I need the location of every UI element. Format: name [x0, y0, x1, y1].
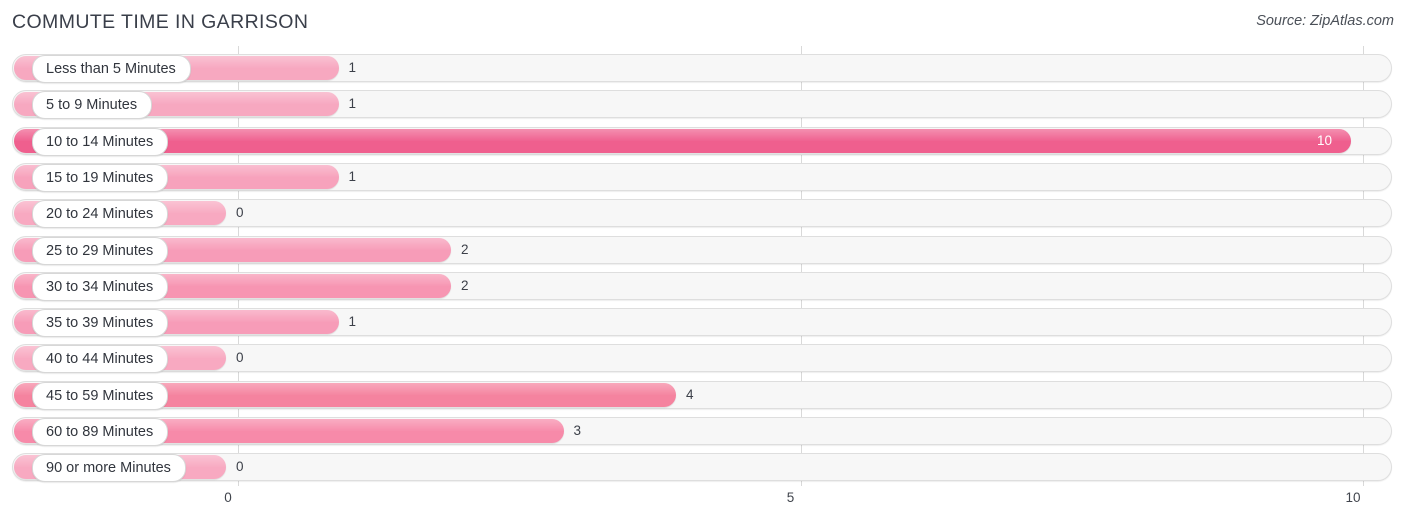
chart-header: COMMUTE TIME IN GARRISON Source: ZipAtla… — [0, 0, 1406, 46]
category-label: 25 to 29 Minutes — [32, 236, 169, 265]
source-attribution: Source: ZipAtlas.com — [1256, 13, 1394, 29]
chart-plot-area: Less than 5 Minutes 1 5 to 9 Minutes 1 10 to… — [0, 46, 1406, 486]
bar-value-label: 3 — [573, 423, 582, 438]
category-label: 35 to 39 Minutes — [32, 309, 169, 338]
bar-row[interactable]: 35 to 39 Minutes 1 — [12, 308, 1392, 338]
category-label: 60 to 89 Minutes — [32, 418, 169, 446]
bar-row[interactable]: 90 or more Minutes 0 — [12, 453, 1392, 483]
bar-value-label: 1 — [348, 168, 357, 184]
bar-value-label: 1 — [348, 96, 357, 112]
category-label: 30 to 34 Minutes — [32, 272, 169, 301]
category-label: 90 or more Minutes — [32, 454, 186, 483]
bar-value-label: 4 — [686, 386, 694, 402]
category-label: Less than 5 Minutes — [32, 55, 191, 83]
bar-value-label: 0 — [236, 350, 244, 366]
category-label: 40 to 44 Minutes — [32, 345, 169, 374]
bar-row[interactable]: Less than 5 Minutes 1 — [12, 54, 1392, 83]
bar-row[interactable]: 40 to 44 Minutes 0 — [12, 344, 1392, 374]
bar-value-label: 0 — [236, 459, 244, 475]
x-axis: 0 5 10 — [0, 486, 1406, 523]
bar-row[interactable]: 15 to 19 Minutes 1 — [12, 162, 1392, 192]
category-label: 45 to 59 Minutes — [32, 381, 169, 410]
category-label: 5 to 9 Minutes — [32, 91, 153, 120]
bar-highlight — [14, 128, 1351, 141]
x-tick-label: 5 — [786, 490, 795, 505]
bar-row[interactable]: 5 to 9 Minutes 1 — [12, 90, 1392, 120]
page-title: COMMUTE TIME IN GARRISON — [12, 11, 309, 33]
bar-value-label: 0 — [236, 205, 244, 221]
category-label: 20 to 24 Minutes — [32, 200, 169, 229]
bar-row[interactable]: 60 to 89 Minutes 3 — [12, 417, 1392, 446]
bar-value-label: 1 — [348, 60, 357, 75]
bar-row[interactable]: 25 to 29 Minutes 2 — [12, 235, 1392, 265]
category-label: 10 to 14 Minutes — [32, 127, 169, 156]
bar-row[interactable]: 10 to 14 Minutes 10 — [12, 126, 1392, 156]
x-tick-label: 10 — [1345, 490, 1361, 505]
bar-value-label: 1 — [348, 314, 357, 330]
bar-value-label: 2 — [461, 277, 469, 293]
bar-row[interactable]: 20 to 24 Minutes 0 — [12, 199, 1392, 229]
bar-row[interactable]: 45 to 59 Minutes 4 — [12, 380, 1392, 410]
bar-value-label: 10 — [1317, 132, 1333, 148]
bar[interactable] — [14, 128, 1351, 153]
bar-row[interactable]: 30 to 34 Minutes 2 — [12, 271, 1392, 301]
bar-value-label: 2 — [461, 241, 469, 257]
x-tick-label: 0 — [224, 490, 232, 505]
category-label: 15 to 19 Minutes — [32, 163, 169, 192]
